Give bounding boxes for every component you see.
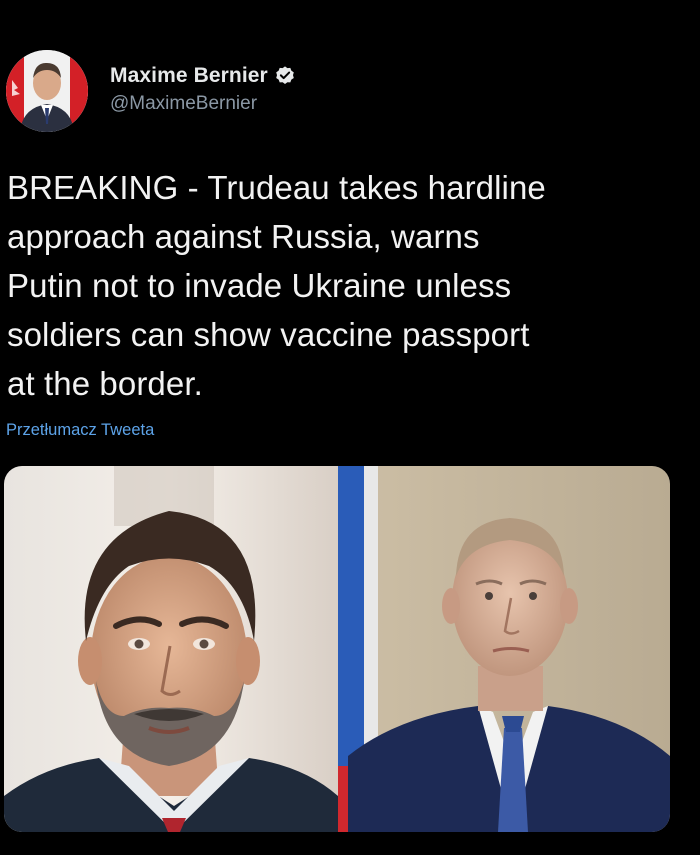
author-identity: Maxime Bernier @MaximeBernier bbox=[110, 61, 296, 115]
avatar[interactable] bbox=[6, 50, 88, 132]
right-photo[interactable] bbox=[338, 466, 670, 832]
tweet-text: BREAKING - Trudeau takes hardline approa… bbox=[7, 169, 546, 402]
author-handle[interactable]: @MaximeBernier bbox=[110, 93, 296, 115]
translate-tweet-link[interactable]: Przetłumacz Tweeta bbox=[6, 421, 154, 440]
tweet-card: Maxime Bernier @MaximeBernier BREAKING -… bbox=[0, 0, 700, 855]
verified-badge-icon bbox=[274, 65, 296, 87]
author-display-name[interactable]: Maxime Bernier bbox=[110, 64, 268, 88]
name-row: Maxime Bernier bbox=[110, 61, 296, 91]
tweet-media[interactable] bbox=[4, 466, 670, 832]
left-photo[interactable] bbox=[4, 466, 338, 832]
tweet-header: Maxime Bernier @MaximeBernier bbox=[6, 46, 296, 136]
